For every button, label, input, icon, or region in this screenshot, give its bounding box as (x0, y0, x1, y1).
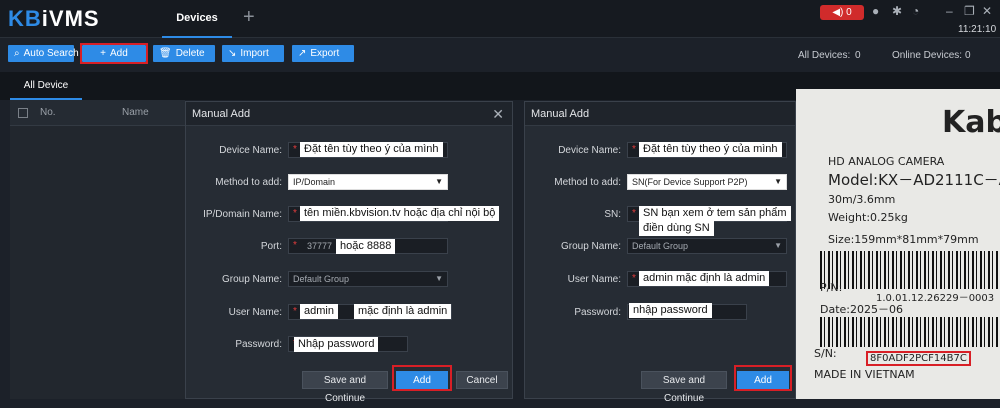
chevron-down-icon: ▼ (435, 274, 443, 283)
close-icon[interactable]: ✕ (982, 4, 992, 18)
port-label: Port: (260, 241, 282, 252)
device-name-note: Đặt tên tùy theo ý của mình (300, 142, 443, 157)
export-button[interactable]: ↗ Export (292, 45, 354, 62)
app-logo: KBiVMS (8, 6, 100, 31)
chevron-down-icon: ▼ (774, 177, 782, 186)
online-devices-count: 0 (965, 50, 971, 61)
speaker-icon: ◀) (832, 7, 844, 18)
barcode-pn (820, 251, 1000, 289)
product-label-photo: Kab HD ANALOG CAMERA Model:KX－AD2111C－A－… (796, 89, 1000, 399)
user-icon[interactable]: ● (872, 4, 879, 18)
user-name-note-2: mặc định là admin (354, 304, 452, 319)
title-bar: KBiVMS Devices + ◀) 0 ● ✱ ◔ – ❐ ✕ 11:21:… (0, 0, 1000, 38)
method-label: Method to add: (215, 177, 282, 188)
delete-button[interactable]: 🗑 Delete (153, 45, 215, 62)
save-and-continue-button[interactable]: Save and Continue (641, 371, 727, 404)
toolbar: ⌕ Auto Search + Add 🗑 Delete ↘ Import ↗ Expor… (0, 38, 1000, 70)
method-label: Method to add: (554, 177, 621, 188)
user-name-label: User Name: (228, 307, 282, 318)
group-name-label: Group Name: (560, 241, 621, 252)
manual-add-dialog-sn: Manual Add Device Name: * Đặt tên tùy th… (524, 101, 796, 404)
gear-icon[interactable]: ✱ (892, 4, 902, 18)
barcode-sn (820, 317, 1000, 347)
photo-line-3: 30m/3.6mm (828, 193, 896, 206)
all-devices-count: 0 (855, 50, 861, 61)
alarm-badge[interactable]: ◀) 0 (820, 5, 864, 20)
column-no[interactable]: No. (40, 107, 56, 118)
user-name-label: User Name: (567, 274, 621, 285)
user-name-note: admin mặc định là admin (639, 271, 770, 286)
close-icon[interactable]: ✕ (492, 102, 504, 126)
device-name-note: Đặt tên tùy theo ý của mình (639, 142, 782, 157)
pn-label: P/N: (820, 281, 843, 294)
restore-icon[interactable]: ❐ (964, 4, 975, 18)
password-label: Password: (235, 339, 282, 350)
column-name[interactable]: Name (122, 107, 149, 118)
highlight-add-button-2 (734, 365, 792, 391)
tab-all-device[interactable]: All Device (10, 72, 82, 100)
highlight-add-button (80, 43, 148, 64)
user-name-note: admin (300, 304, 338, 319)
chevron-down-icon: ▼ (435, 177, 443, 186)
group-select[interactable]: Default Group ▼ (627, 238, 787, 254)
gauge-icon[interactable]: ◔ (912, 4, 919, 18)
sn-value-text: 8F0ADF2PCF14B7C (866, 351, 971, 366)
search-icon: ⌕ (14, 48, 20, 59)
add-tab-icon[interactable]: + (243, 6, 255, 29)
group-select[interactable]: Default Group ▼ (288, 271, 448, 287)
photo-line-4: Weight:0.25kg (828, 211, 908, 224)
photo-line-2: Model:KX－AD2111C－A－ (828, 171, 1000, 189)
sn-label-text: S/N: (814, 347, 837, 360)
sn-label: SN: (604, 209, 621, 220)
method-select[interactable]: IP/Domain ▼ (288, 174, 448, 190)
tab-devices[interactable]: Devices (162, 0, 232, 38)
save-and-continue-button[interactable]: Save and Continue (302, 371, 388, 404)
sn-note-2: điền dùng SN (639, 221, 714, 236)
manual-add-dialog-ip: Manual Add ✕ Device Name: * Đặt tên tùy t… (185, 101, 513, 404)
minimize-icon[interactable]: – (946, 4, 953, 18)
device-table-header: No. Name (10, 100, 185, 126)
group-name-label: Group Name: (221, 274, 282, 285)
export-icon: ↗ (298, 48, 307, 59)
dialog-title: Manual Add (525, 102, 795, 126)
auto-search-button[interactable]: ⌕ Auto Search (8, 45, 79, 62)
device-name-label: Device Name: (219, 145, 282, 156)
brand-text: Kab (942, 105, 1000, 140)
password-note: nhập password (629, 303, 712, 318)
ip-domain-label: IP/Domain Name: (203, 209, 282, 220)
photo-line-5: Size:159mm*81mm*79mm (828, 233, 979, 246)
device-name-label: Device Name: (558, 145, 621, 156)
trash-icon: 🗑 (159, 48, 172, 59)
highlight-add-button-1 (392, 365, 452, 391)
date-text: Date:2025－06 (820, 303, 903, 316)
sn-note: SN bạn xem ở tem sản phẩm (639, 206, 791, 221)
method-select[interactable]: SN(For Device Support P2P) ▼ (627, 174, 787, 190)
dialog-title: Manual Add ✕ (186, 102, 512, 126)
online-devices-label: Online Devices: (892, 50, 963, 61)
cancel-button[interactable]: Cancel (456, 371, 508, 389)
password-label: Password: (574, 307, 621, 318)
password-note: Nhập password (294, 337, 379, 352)
device-table-body (10, 126, 185, 399)
ip-domain-note: tên miền.kbvision.tv hoặc địa chỉ nội bộ (300, 206, 500, 221)
import-icon: ↘ (228, 48, 237, 59)
select-all-checkbox[interactable] (18, 108, 28, 118)
chevron-down-icon: ▼ (774, 241, 782, 250)
all-devices-label: All Devices: (798, 50, 851, 61)
import-button[interactable]: ↘ Import (222, 45, 284, 62)
made-in-text: MADE IN VIETNAM (814, 368, 915, 381)
port-note: hoặc 8888 (336, 239, 396, 254)
clock: 11:21:10 (958, 24, 997, 35)
photo-line-1: HD ANALOG CAMERA (828, 155, 945, 168)
